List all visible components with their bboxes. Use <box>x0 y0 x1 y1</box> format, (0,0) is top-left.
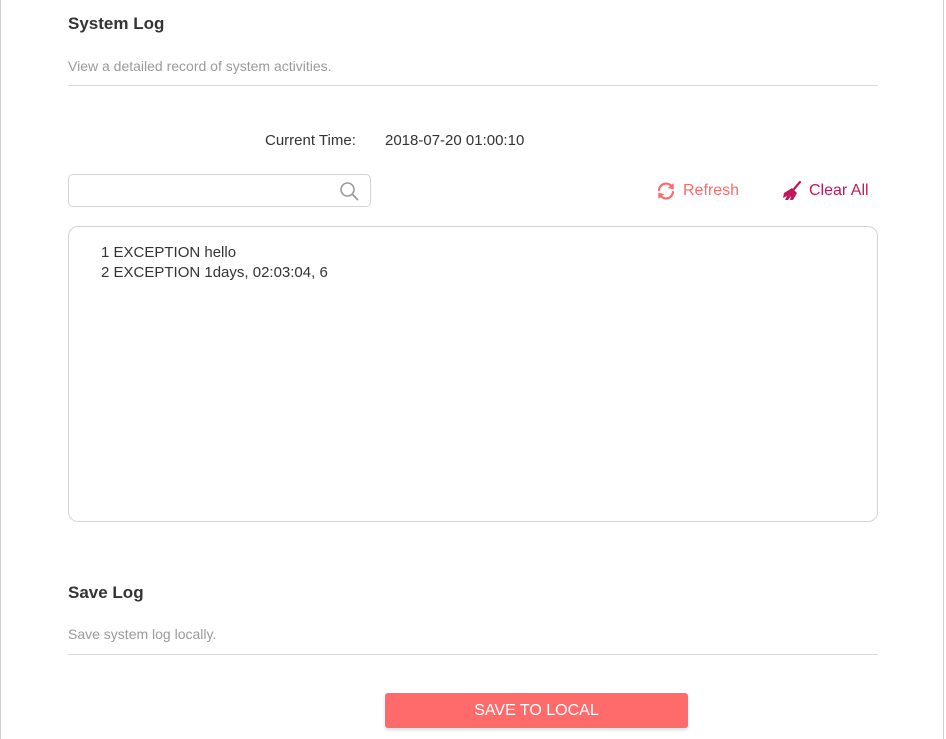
log-entries-box[interactable]: 1 EXCEPTION hello 2 EXCEPTION 1days, 02:… <box>68 226 878 522</box>
system-log-page: System Log View a detailed record of sys… <box>0 0 944 739</box>
log-search-box <box>68 174 371 207</box>
refresh-icon <box>655 180 677 202</box>
clear-all-button[interactable]: Clear All <box>781 180 869 202</box>
system-log-divider <box>68 85 878 86</box>
broom-icon <box>781 180 803 202</box>
system-log-description: View a detailed record of system activit… <box>68 58 332 74</box>
clear-all-label: Clear All <box>809 182 869 199</box>
search-icon[interactable] <box>339 181 359 201</box>
current-time-value: 2018-07-20 01:00:10 <box>385 132 525 149</box>
log-search-input[interactable] <box>77 179 331 204</box>
log-entry: 1 EXCEPTION hello <box>101 244 237 261</box>
refresh-button[interactable]: Refresh <box>655 180 739 202</box>
current-time-label: Current Time: <box>265 132 356 149</box>
system-log-title: System Log <box>68 14 165 33</box>
refresh-label: Refresh <box>683 182 740 199</box>
save-log-divider <box>68 654 878 655</box>
log-entry: 2 EXCEPTION 1days, 02:03:04, 6 <box>101 264 328 281</box>
save-to-local-button[interactable]: SAVE TO LOCAL <box>385 693 688 728</box>
save-log-title: Save Log <box>68 583 144 602</box>
save-log-description: Save system log locally. <box>68 626 217 642</box>
